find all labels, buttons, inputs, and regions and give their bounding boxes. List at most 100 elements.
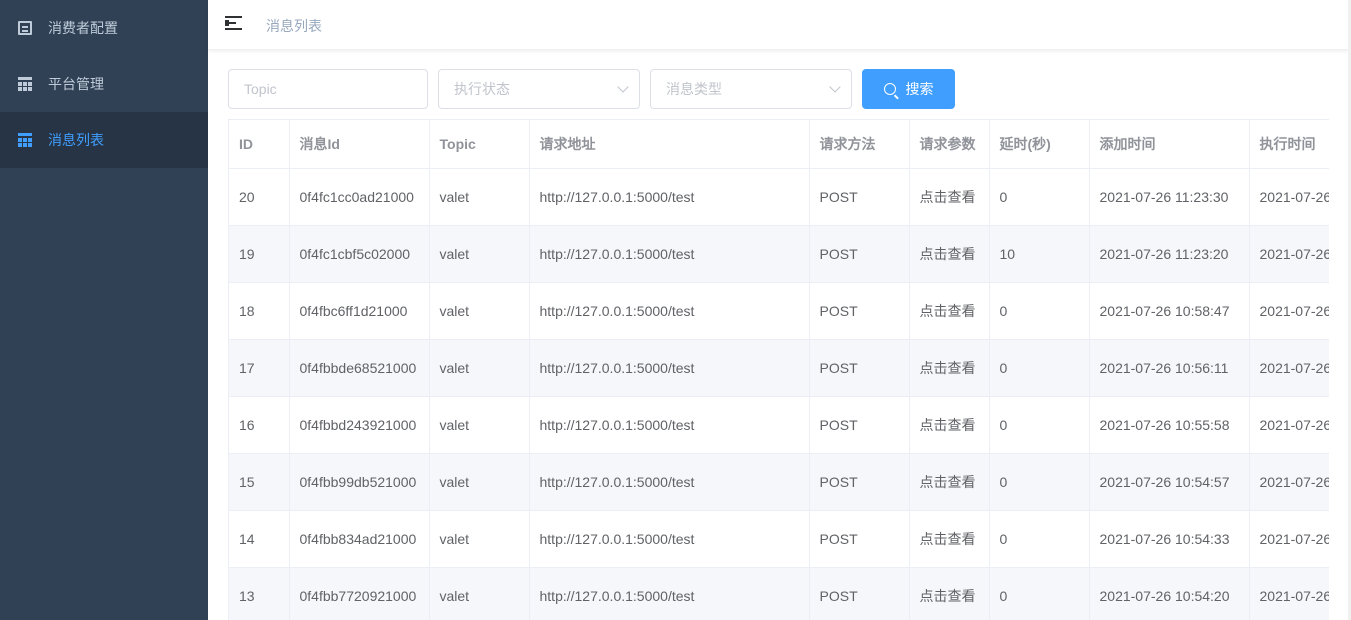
table-cell: 0 [989,396,1090,454]
sidebar-item-label: 平台管理 [48,76,104,92]
table-cell: valet [429,453,530,511]
chevron-down-icon [829,81,841,93]
table-row: 17 0f4fbbde68521000 valet http://127.0.0.1:… [229,339,1329,397]
table-cell: 2021-07-26 [1249,282,1329,340]
table-row: 15 0f4fbb99db521000 valet http://127.0.0.1:… [229,453,1329,511]
table-cell: 2021-07-26 11:23:20 [1089,225,1250,283]
chevron-down-icon [617,81,629,93]
table-cell: 2021-07-26 11:23:30 [1089,168,1250,226]
table-cell: 18 [229,282,290,340]
grid-icon [18,77,32,91]
status-select[interactable]: 执行状态 [438,69,640,109]
view-params-link[interactable]: 点击查看 [909,453,990,511]
table-header-cell: 添加时间 [1089,120,1250,169]
sidebar-item-message-list[interactable]: 消息列表 [0,112,208,168]
table-cell: POST [809,339,910,397]
view-params-link[interactable]: 点击查看 [909,168,990,226]
navbar: 消息列表 [208,0,1351,50]
table-header-cell: 请求地址 [529,120,810,169]
table-cell: 0f4fbb7720921000 [289,567,430,620]
table-cell: 2021-07-26 10:54:20 [1089,567,1250,620]
table-cell: http://127.0.0.1:5000/test [529,510,810,568]
table-cell: 2021-07-26 10:58:47 [1089,282,1250,340]
hamburger-menu-icon[interactable] [225,16,242,30]
sidebar-item-platform-management[interactable]: 平台管理 [0,56,208,112]
table-cell: 2021-07-26 10:54:57 [1089,453,1250,511]
search-button[interactable]: 搜索 [862,69,955,109]
table-cell: http://127.0.0.1:5000/test [529,282,810,340]
table-cell: valet [429,282,530,340]
table-cell: POST [809,282,910,340]
table-cell: valet [429,225,530,283]
table-cell: 0 [989,567,1090,620]
table-cell: 0 [989,453,1090,511]
type-select[interactable]: 消息类型 [650,69,852,109]
table-cell: 0f4fbc6ff1d21000 [289,282,430,340]
table-cell: POST [809,225,910,283]
table-row: 16 0f4fbbd243921000 valet http://127.0.0.1:… [229,396,1329,454]
view-params-link[interactable]: 点击查看 [909,510,990,568]
table-cell: 13 [229,567,290,620]
table-cell: 2021-07-26 [1249,567,1329,620]
sidebar-item-consumer-config[interactable]: 消费者配置 [0,0,208,56]
table-cell: valet [429,510,530,568]
table-header-cell: 延时(秒) [989,120,1090,169]
table-cell: 0f4fbbde68521000 [289,339,430,397]
table-cell: 0f4fbb834ad21000 [289,510,430,568]
view-params-link[interactable]: 点击查看 [909,282,990,340]
table-cell: valet [429,396,530,454]
table-header-cell: 消息Id [289,120,430,169]
sidebar: 消费者配置 平台管理 消息列表 [0,0,208,620]
table-cell: 19 [229,225,290,283]
table-cell: 0f4fc1cc0ad21000 [289,168,430,226]
table-cell: 2021-07-26 [1249,510,1329,568]
view-params-link[interactable]: 点击查看 [909,225,990,283]
table-cell: 20 [229,168,290,226]
table-header-cell: 请求参数 [909,120,990,169]
table-cell: 0 [989,168,1090,226]
table-cell: POST [809,396,910,454]
table-cell: valet [429,567,530,620]
table-cell: 2021-07-26 [1249,339,1329,397]
table-cell: http://127.0.0.1:5000/test [529,339,810,397]
table-header-cell: 请求方法 [809,120,910,169]
table-cell: http://127.0.0.1:5000/test [529,567,810,620]
table-cell: 16 [229,396,290,454]
table-cell: 2021-07-26 [1249,453,1329,511]
table-cell: 2021-07-26 10:55:58 [1089,396,1250,454]
table-cell: POST [809,168,910,226]
table-cell: 10 [989,225,1090,283]
table-row: 19 0f4fc1cbf5c02000 valet http://127.0.0.1:… [229,225,1329,283]
message-table: ID 消息Id Topic 请求地址 请求方法 请求参数 延时(秒) 添加时间 执行时间 20 0… [228,119,1329,620]
table-cell: 2021-07-26 [1249,396,1329,454]
table-header-cell: 执行时间 [1249,120,1329,169]
topic-input[interactable]: Topic [228,69,428,109]
sidebar-item-label: 消息列表 [48,132,104,148]
table-row: 13 0f4fbb7720921000 valet http://127.0.0.1:… [229,567,1329,620]
status-select-placeholder: 执行状态 [454,81,510,97]
view-params-link[interactable]: 点击查看 [909,567,990,620]
table-cell: http://127.0.0.1:5000/test [529,453,810,511]
view-params-link[interactable]: 点击查看 [909,339,990,397]
table-cell: 0f4fc1cbf5c02000 [289,225,430,283]
view-params-link[interactable]: 点击查看 [909,396,990,454]
table-row: 18 0f4fbc6ff1d21000 valet http://127.0.0.1:… [229,282,1329,340]
grid-icon [18,133,32,147]
table-header-row: ID 消息Id Topic 请求地址 请求方法 请求参数 延时(秒) 添加时间 执行时间 [229,120,1329,169]
table-cell: 2021-07-26 [1249,225,1329,283]
table-cell: 0f4fbbd243921000 [289,396,430,454]
table-cell: POST [809,510,910,568]
table-cell: http://127.0.0.1:5000/test [529,396,810,454]
type-select-placeholder: 消息类型 [666,81,722,97]
search-icon [883,83,896,95]
table-row: 14 0f4fbb834ad21000 valet http://127.0.0.1:… [229,510,1329,568]
table-cell: 2021-07-26 [1249,168,1329,226]
table-cell: 2021-07-26 10:54:33 [1089,510,1250,568]
table-cell: valet [429,339,530,397]
table-cell: 0 [989,510,1090,568]
table-row: 20 0f4fc1cc0ad21000 valet http://127.0.0.1:… [229,168,1329,226]
table-header-cell: Topic [429,120,530,169]
table-cell: http://127.0.0.1:5000/test [529,225,810,283]
table-cell: 14 [229,510,290,568]
document-icon [18,21,32,35]
